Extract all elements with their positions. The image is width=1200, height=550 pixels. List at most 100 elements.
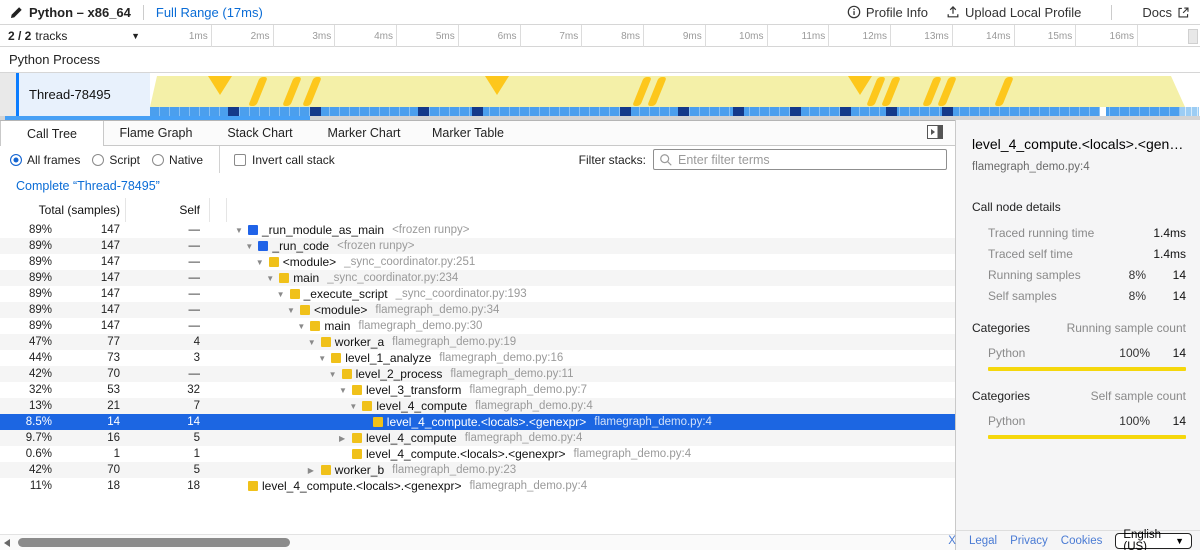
function-origin: <frozen runpy> xyxy=(392,224,469,236)
sample-block xyxy=(228,107,239,116)
tab-flame-graph[interactable]: Flame Graph xyxy=(104,121,208,145)
row-total-samples: 70 xyxy=(52,368,120,380)
category-square-icon xyxy=(342,369,352,379)
language-select[interactable]: English (US) ▼ xyxy=(1115,533,1192,549)
horizontal-scrollbar[interactable] xyxy=(0,534,955,550)
function-name: level_3_transform xyxy=(366,383,461,397)
expander-icon[interactable]: ▼ xyxy=(235,226,248,235)
tracks-dropdown[interactable]: 2 / 2 tracks ▼ xyxy=(0,25,150,47)
tree-row[interactable]: 89%147—▼_run_code<frozen runpy> xyxy=(0,238,955,254)
tree-row[interactable]: 8.5%1414level_4_compute.<locals>.<genexp… xyxy=(0,414,955,430)
tab-stack-chart[interactable]: Stack Chart xyxy=(208,121,312,145)
expander-icon[interactable]: ▼ xyxy=(349,402,362,411)
expander-icon[interactable]: ▶ xyxy=(308,466,321,475)
tree-row[interactable]: 89%147—▼<module>_sync_coordinator.py:251 xyxy=(0,254,955,270)
footer-link-legal[interactable]: Legal xyxy=(969,535,997,547)
expander-icon[interactable]: ▼ xyxy=(329,370,342,379)
filter-stacks-input[interactable] xyxy=(653,149,947,170)
tab-marker-table[interactable]: Marker Table xyxy=(416,121,520,145)
tree-row[interactable]: 89%147—▼_execute_script_sync_coordinator… xyxy=(0,286,955,302)
profile-title-text: Python – x86_64 xyxy=(29,5,131,20)
thread-activity-canvas[interactable] xyxy=(150,73,1200,116)
frame-option-script[interactable]: Script xyxy=(92,153,140,167)
ruler-tick: 1ms xyxy=(150,25,212,47)
tree-row[interactable]: 47%774▼worker_aflamegraph_demo.py:19 xyxy=(0,334,955,350)
tree-row[interactable]: 44%733▼level_1_analyzeflamegraph_demo.py… xyxy=(0,350,955,366)
function-origin: flamegraph_demo.py:4 xyxy=(475,400,593,412)
docs-link[interactable]: Docs xyxy=(1142,5,1190,20)
tree-row[interactable]: 42%70—▼level_2_processflamegraph_demo.py… xyxy=(0,366,955,382)
expander-icon[interactable]: ▶ xyxy=(339,434,352,443)
tab-call-tree[interactable]: Call Tree xyxy=(0,121,104,146)
sidebar-stat-row: Running samples8%14 xyxy=(972,268,1186,282)
track-python-process[interactable]: Python Process xyxy=(0,47,1200,73)
profile-title[interactable]: Python – x86_64 xyxy=(10,5,131,20)
profile-info-button[interactable]: Profile Info xyxy=(847,5,928,20)
footer-link-cookies[interactable]: Cookies xyxy=(1061,535,1103,547)
tree-row[interactable]: 9.7%165▶level_4_computeflamegraph_demo.p… xyxy=(0,430,955,446)
ruler-tick: 15ms xyxy=(1015,25,1077,47)
function-name: level_4_compute.<locals>.<genexpr> xyxy=(366,447,565,461)
ruler-tick: 11ms xyxy=(768,25,830,47)
scroll-left-arrow-icon[interactable] xyxy=(4,539,10,547)
invert-call-stack-checkbox[interactable]: Invert call stack xyxy=(234,153,335,167)
sidebar-node-origin: flamegraph_demo.py:4 xyxy=(972,161,1186,173)
tree-row[interactable]: 89%147—▼main_sync_coordinator.py:234 xyxy=(0,270,955,286)
row-total-percent: 44% xyxy=(0,352,52,364)
row-tree-cell: ▼_run_module_as_main<frozen runpy> xyxy=(227,223,955,237)
upload-icon xyxy=(946,5,960,19)
tree-row[interactable]: 13%217▼level_4_computeflamegraph_demo.py… xyxy=(0,398,955,414)
row-tree-cell: ▶worker_bflamegraph_demo.py:23 xyxy=(227,463,955,477)
expander-icon[interactable]: ▼ xyxy=(266,274,279,283)
tracks-caret-icon[interactable]: ▼ xyxy=(131,31,142,41)
tree-row[interactable]: 11%1818level_4_compute.<locals>.<genexpr… xyxy=(0,478,955,494)
category-percent: 100% xyxy=(1100,414,1150,428)
expander-icon[interactable]: ▼ xyxy=(245,242,258,251)
row-tree-cell: ▼worker_aflamegraph_demo.py:19 xyxy=(227,335,955,349)
horizontal-scrollbar-thumb[interactable] xyxy=(18,538,290,547)
expander-icon[interactable]: ▼ xyxy=(277,290,290,299)
footer-link-x[interactable]: X xyxy=(948,535,956,547)
language-value: English (US) xyxy=(1123,529,1161,550)
row-self-samples: 4 xyxy=(120,336,200,348)
frame-option-native[interactable]: Native xyxy=(152,153,203,167)
tree-row[interactable]: 89%147—▼<module>flamegraph_demo.py:34 xyxy=(0,302,955,318)
radio-icon xyxy=(10,154,22,166)
expander-icon[interactable]: ▼ xyxy=(318,354,331,363)
expander-icon[interactable]: ▼ xyxy=(287,306,300,315)
sidebar-toggle-button[interactable] xyxy=(927,125,943,142)
chevron-down-icon: ▼ xyxy=(1175,536,1184,546)
ruler-tick-label: 8ms xyxy=(621,31,643,42)
row-total-percent: 89% xyxy=(0,304,52,316)
row-tree-cell: ▼mainflamegraph_demo.py:30 xyxy=(227,319,955,333)
track-thread[interactable]: Thread-78495 xyxy=(0,73,1200,116)
row-total-percent: 13% xyxy=(0,400,52,412)
expander-icon[interactable]: ▼ xyxy=(308,338,321,347)
column-header-total[interactable]: Total (samples) xyxy=(39,203,120,217)
function-origin: flamegraph_demo.py:4 xyxy=(573,448,691,460)
tree-row[interactable]: 0.6%11level_4_compute.<locals>.<genexpr>… xyxy=(0,446,955,462)
panel-tabbar: Call TreeFlame GraphStack ChartMarker Ch… xyxy=(0,121,955,146)
calltree-column-headers: Total (samples) Self xyxy=(0,198,955,222)
column-header-self[interactable]: Self xyxy=(179,203,200,217)
tree-row[interactable]: 89%147—▼mainflamegraph_demo.py:30 xyxy=(0,318,955,334)
tab-marker-chart[interactable]: Marker Chart xyxy=(312,121,416,145)
stat-percent: 8% xyxy=(1102,268,1146,282)
expander-icon[interactable]: ▼ xyxy=(256,258,269,267)
tree-row[interactable]: 32%5332▼level_3_transformflamegraph_demo… xyxy=(0,382,955,398)
thread-track-label[interactable]: Thread-78495 xyxy=(0,73,150,116)
full-range-link[interactable]: Full Range (17ms) xyxy=(156,5,263,20)
category-square-icon xyxy=(352,433,362,443)
expander-icon[interactable]: ▼ xyxy=(297,322,310,331)
tree-row[interactable]: 42%705▶worker_bflamegraph_demo.py:23 xyxy=(0,462,955,478)
breadcrumb[interactable]: Complete “Thread-78495” xyxy=(16,179,160,193)
footer-link-privacy[interactable]: Privacy xyxy=(1010,535,1048,547)
expander-icon[interactable]: ▼ xyxy=(339,386,352,395)
frame-option-all-frames[interactable]: All frames xyxy=(10,153,80,167)
tracks-word: tracks xyxy=(35,29,67,43)
categories-header: CategoriesRunning sample count xyxy=(972,321,1186,335)
upload-profile-button[interactable]: Upload Local Profile xyxy=(946,5,1081,20)
gc-marker-icon xyxy=(282,77,302,106)
row-total-percent: 89% xyxy=(0,240,52,252)
tree-row[interactable]: 89%147—▼_run_module_as_main<frozen runpy… xyxy=(0,222,955,238)
